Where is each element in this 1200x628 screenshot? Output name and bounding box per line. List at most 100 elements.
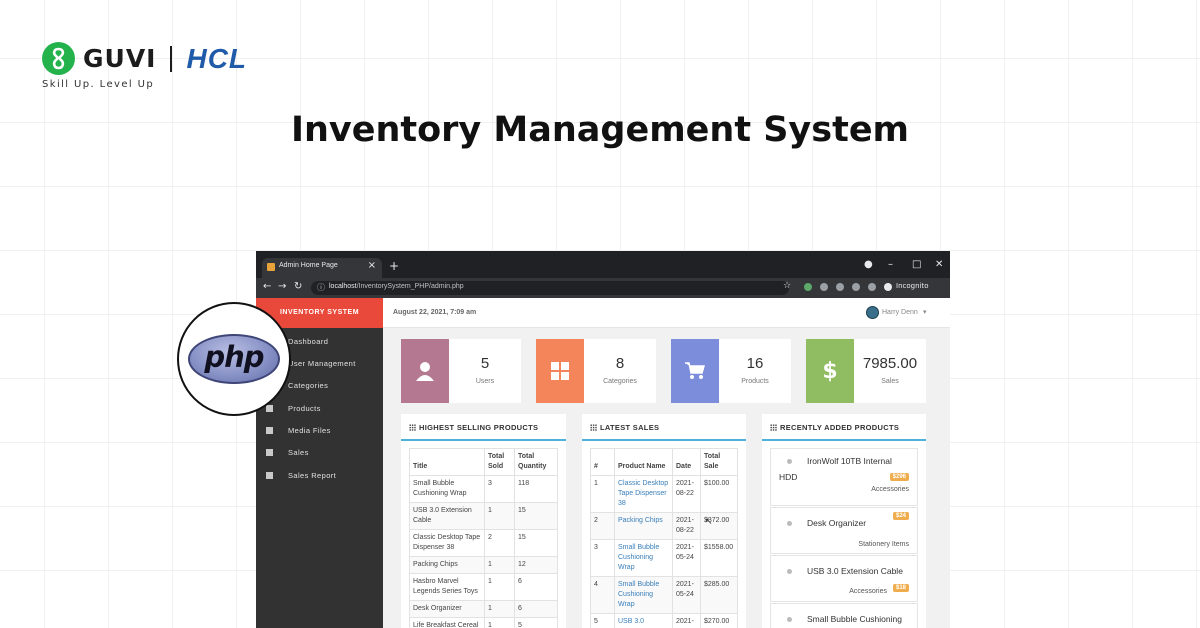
highest-selling-table: Title Total Sold Total Quantity Small Bu… xyxy=(409,448,558,628)
highest-selling-panel: HIGHEST SELLING PRODUCTS Title Total Sol… xyxy=(401,414,566,628)
th-icon xyxy=(409,424,416,431)
extension-icon[interactable] xyxy=(836,283,844,291)
tab-title: Admin Home Page xyxy=(279,262,338,269)
cell: 1 xyxy=(484,556,515,574)
cell: $100.00 xyxy=(700,475,738,513)
tab-close-icon[interactable]: × xyxy=(368,260,376,271)
cart-icon xyxy=(671,339,719,403)
stat-value: 8 xyxy=(615,355,625,372)
record-icon[interactable]: ● xyxy=(864,259,873,270)
topbar: August 22, 2021, 7:09 am Harry Denn ▾ xyxy=(383,298,950,328)
sidebar-item-media-files[interactable]: Media Files xyxy=(256,420,383,442)
sales-icon xyxy=(266,449,273,456)
cell: 1 xyxy=(590,475,615,513)
close-window-icon[interactable]: ✕ xyxy=(935,259,943,270)
cell: $285.00 xyxy=(700,576,738,614)
sidebar-item-products[interactable]: Products xyxy=(256,398,383,420)
sidebar-item-label: Sales xyxy=(288,448,309,457)
table-row: Desk Organizer 1 6 xyxy=(409,600,558,618)
table-row: Small Bubble Cushioning Wrap 3 118 xyxy=(409,475,558,503)
extension-icon[interactable] xyxy=(852,283,860,291)
table-row: Hasbro Marvel Legends Series Toys 1 6 xyxy=(409,573,558,601)
table-row: 3 Small Bubble Cushioning Wrap 2021-05-24 $… xyxy=(590,539,738,577)
product-category: Accessories xyxy=(849,588,887,595)
product-link[interactable]: Small Bubble Cushioning Wrap xyxy=(614,576,673,614)
cell: 1 xyxy=(484,617,515,628)
product-link[interactable]: Packing Chips xyxy=(614,512,673,540)
list-item[interactable]: Small Bubble Cushioning xyxy=(770,603,918,628)
cell: 4 xyxy=(590,576,615,614)
bullet-icon xyxy=(787,521,792,526)
hcl-wordmark: HCL xyxy=(186,42,248,74)
image-icon xyxy=(266,427,273,434)
cell: Classic Desktop Tape Dispenser 38 xyxy=(409,529,485,557)
product-link[interactable]: USB 3.0 Extension Cable xyxy=(614,613,673,628)
column-header: Product Name xyxy=(614,448,673,476)
info-icon: ⓘ xyxy=(317,283,325,292)
cell: 1 xyxy=(484,573,515,601)
product-name: Small Bubble Cushioning xyxy=(807,614,902,624)
url-input[interactable]: ⓘ localhost/InventorySystem_PHP/admin.ph… xyxy=(311,281,789,295)
list-item[interactable]: USB 3.0 Extension Cable $18 Accessories xyxy=(770,555,918,602)
cell: 15 xyxy=(514,529,558,557)
back-icon[interactable]: ← xyxy=(263,281,271,292)
table-header-row: # Product Name Date Total Sale xyxy=(590,448,738,476)
stat-card-sales[interactable]: $ 7985.00 Sales xyxy=(806,339,926,403)
table-row: 1 Classic Desktop Tape Dispenser 38 2021-0… xyxy=(590,475,738,513)
products-icon xyxy=(266,405,273,412)
stat-card-categories[interactable]: 8 Categories xyxy=(536,339,656,403)
price-badge: $296 xyxy=(889,473,909,481)
cell: 6 xyxy=(514,573,558,601)
star-icon[interactable]: ☆ xyxy=(783,281,791,291)
cell: Hasbro Marvel Legends Series Toys xyxy=(409,573,485,601)
stat-card-products[interactable]: 16 Products xyxy=(671,339,791,403)
product-link[interactable]: Small Bubble Cushioning Wrap xyxy=(614,539,673,577)
stat-card-users[interactable]: 5 Users xyxy=(401,339,521,403)
app-screenshot: Admin Home Page × + ● – □ ✕ ← → ↻ ⓘ loca… xyxy=(256,251,950,628)
user-icon xyxy=(401,339,449,403)
minimize-icon[interactable]: – xyxy=(888,259,893,270)
stat-value: 5 xyxy=(480,355,490,372)
column-header: Title xyxy=(409,448,485,476)
cell: 3 xyxy=(590,539,615,577)
reload-icon[interactable]: ↻ xyxy=(294,281,302,292)
stat-label: Products xyxy=(741,378,769,385)
extension-icon[interactable] xyxy=(804,283,812,291)
sidebar-item-sales[interactable]: Sales xyxy=(256,442,383,464)
column-header: Date xyxy=(672,448,701,476)
avatar[interactable] xyxy=(866,306,879,319)
browser-addressbar: ← → ↻ ⓘ localhost/InventorySystem_PHP/ad… xyxy=(256,278,950,298)
new-tab-button[interactable]: + xyxy=(389,259,399,273)
user-menu[interactable]: Harry Denn xyxy=(882,309,918,316)
puzzle-icon[interactable] xyxy=(868,283,876,291)
list-item[interactable]: Desk Organizer $24 Stationery Items xyxy=(770,507,918,554)
url-host: localhost xyxy=(329,283,357,290)
recent-products-panel: RECENTLY ADDED PRODUCTS IronWolf 10TB In… xyxy=(762,414,926,628)
sidebar-item-sales-report[interactable]: Sales Report xyxy=(256,465,383,487)
chevron-down-icon[interactable]: ▾ xyxy=(923,308,927,316)
panel-title: LATEST SALES xyxy=(600,423,660,432)
cell: 1 xyxy=(484,600,515,618)
browser-tab[interactable]: Admin Home Page × xyxy=(262,258,382,278)
panel-header: LATEST SALES xyxy=(582,414,746,441)
sidebar-item-label: Dashboard xyxy=(288,337,329,346)
stat-value: 7985.00 xyxy=(862,355,918,372)
cell: 2021-08-22 xyxy=(672,512,701,540)
maximize-icon[interactable]: □ xyxy=(912,259,921,270)
cell: 2021-04-05 xyxy=(672,613,701,628)
panel-header: RECENTLY ADDED PRODUCTS xyxy=(762,414,926,441)
table-row: Classic Desktop Tape Dispenser 38 2 15 xyxy=(409,529,558,557)
list-item[interactable]: IronWolf 10TB Internal HDD $296 Accessor… xyxy=(770,448,918,506)
page-title: Inventory Management System xyxy=(290,110,910,150)
th-icon xyxy=(590,424,597,431)
price-badge: $24 xyxy=(892,512,909,520)
mouse-cursor-icon: ↖ xyxy=(705,517,713,527)
stat-label: Categories xyxy=(603,378,637,385)
browser-tabbar: Admin Home Page × + ● – □ ✕ xyxy=(256,251,950,278)
forward-icon[interactable]: → xyxy=(278,281,286,292)
extension-icon[interactable] xyxy=(820,283,828,291)
sidebar-item-label: Sales Report xyxy=(288,471,337,480)
php-logo-badge: php xyxy=(177,302,291,416)
cell: $270.00 xyxy=(700,613,738,628)
product-link[interactable]: Classic Desktop Tape Dispenser 38 xyxy=(614,475,673,513)
